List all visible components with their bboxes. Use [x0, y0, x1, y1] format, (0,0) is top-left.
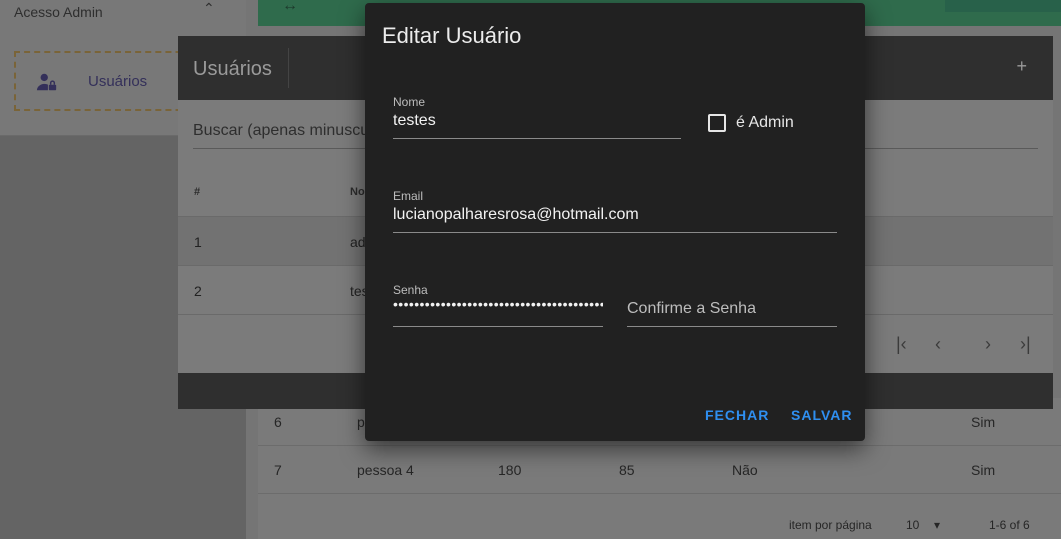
admin-checkbox[interactable]: [708, 114, 726, 132]
field-underline: [393, 138, 681, 139]
sidebar-item-label: Usuários: [88, 73, 148, 90]
confirm-password-placeholder[interactable]: Confirme a Senha: [627, 300, 756, 318]
cell-flag: Sim: [971, 414, 996, 430]
name-input[interactable]: testes: [393, 112, 436, 130]
cell-id: 2: [194, 283, 202, 299]
cell-id: 1: [194, 234, 202, 250]
first-page-icon[interactable]: |‹: [896, 334, 907, 355]
table-paginator: item por página 10 ▾ 1-6 of 6: [258, 512, 1061, 539]
cell-id: 6: [274, 414, 282, 430]
email-input[interactable]: lucianopalharesrosa@hotmail.com: [393, 206, 639, 224]
password-field[interactable]: Senha ••••••••••••••••••••••••••••••••••…: [393, 283, 603, 327]
admin-checkbox-label[interactable]: é Admin: [736, 114, 794, 132]
cell-height: 180: [498, 462, 522, 478]
user-lock-icon: [36, 73, 57, 91]
prev-page-icon[interactable]: ‹: [935, 334, 941, 355]
cell-id: 7: [274, 462, 282, 478]
cell-name: ad: [350, 234, 366, 250]
name-label: Nome: [393, 95, 426, 109]
edit-user-dialog: Editar Usuário Nome testes é Admin Email…: [365, 3, 865, 441]
dialog-title: Editar Usuário: [382, 23, 522, 48]
caret-down-icon[interactable]: ▾: [934, 518, 940, 532]
cell-flag: Sim: [971, 462, 996, 478]
name-field[interactable]: Nome testes: [393, 95, 681, 139]
field-underline: [627, 326, 837, 327]
chevron-up-icon[interactable]: ⌃: [203, 0, 215, 17]
password-input[interactable]: ••••••••••••••••••••••••••••••••••••••••: [393, 296, 603, 312]
topbar-button[interactable]: [945, 0, 1061, 12]
next-page-icon[interactable]: ›: [985, 334, 991, 355]
field-underline: [393, 326, 603, 327]
last-page-icon[interactable]: ›|: [1020, 334, 1031, 355]
save-button[interactable]: SALVAR: [791, 407, 852, 423]
confirm-password-field[interactable]: Confirme a Senha: [627, 283, 837, 327]
cell-weight: 85: [619, 462, 635, 478]
page-size-select[interactable]: 10: [906, 518, 919, 532]
email-label: Email: [393, 189, 424, 203]
add-icon[interactable]: +: [1016, 56, 1027, 77]
close-button[interactable]: FECHAR: [705, 407, 769, 423]
sidebar-section-title[interactable]: Acesso Admin: [14, 4, 103, 20]
users-card-title: Usuários: [193, 58, 272, 80]
column-header-name: No: [350, 186, 365, 198]
cell-name: p: [357, 414, 365, 430]
search-placeholder: Buscar (apenas minuscu: [193, 122, 370, 139]
header-divider: [288, 48, 289, 88]
cell-bool: Não: [732, 462, 758, 478]
column-header-number: #: [194, 186, 201, 198]
password-label: Senha: [393, 283, 428, 297]
items-per-page-label: item por página: [789, 518, 872, 532]
email-field[interactable]: Email lucianopalharesrosa@hotmail.com: [393, 189, 837, 233]
field-underline: [393, 232, 837, 233]
resize-arrows-icon[interactable]: ↔: [282, 0, 298, 15]
page-range: 1-6 of 6: [989, 518, 1030, 532]
table-row[interactable]: 7 pessoa 4 180 85 Não Sim: [258, 446, 1061, 494]
cell-name: pessoa 4: [357, 462, 414, 478]
